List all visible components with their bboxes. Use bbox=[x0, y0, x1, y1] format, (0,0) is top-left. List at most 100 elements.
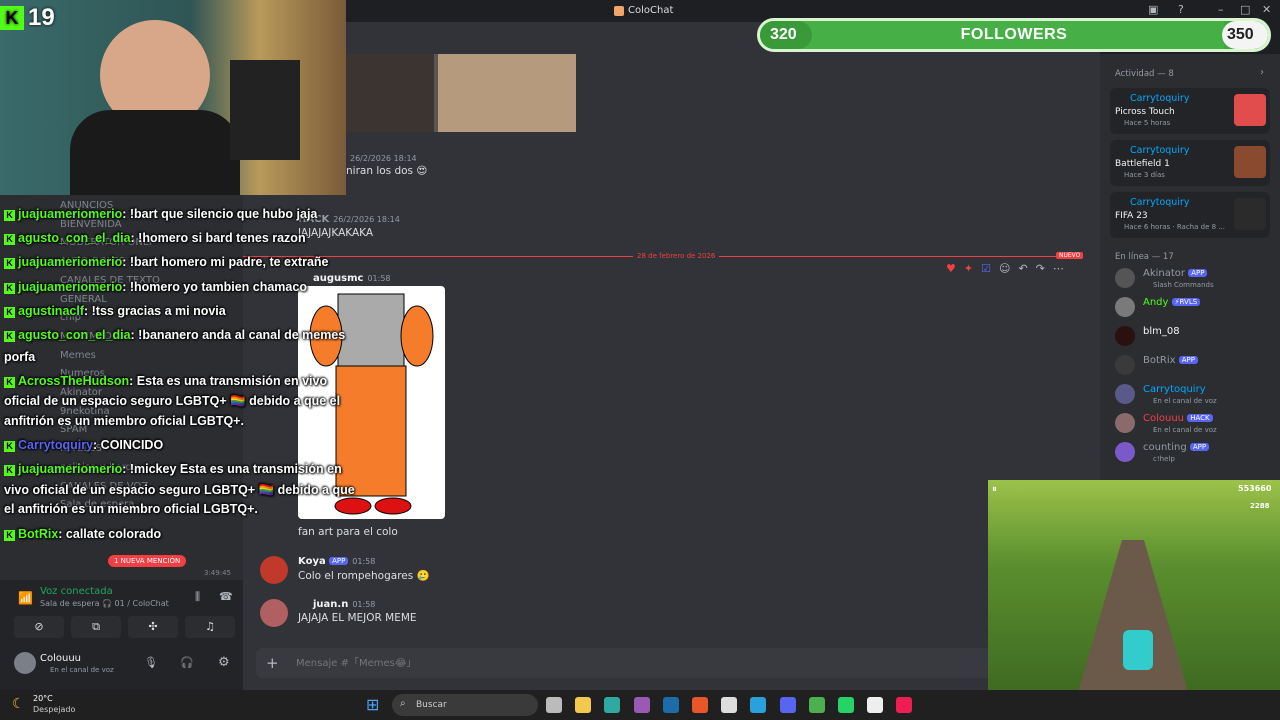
message-text: JAJAJA EL MEJOR MEME bbox=[298, 612, 417, 624]
activity-time: Hace 3 días bbox=[1124, 171, 1165, 179]
steam-icon[interactable] bbox=[662, 697, 679, 713]
overlay-chat-text: : !bart que silencio que hubo jaja bbox=[122, 207, 318, 221]
weather-desc[interactable]: Despejado bbox=[33, 705, 75, 714]
activity-card[interactable]: Carrytoquiry FIFA 23 Hace 6 horas · Racha … bbox=[1110, 192, 1270, 238]
message-author[interactable]: juan.n bbox=[313, 599, 348, 610]
activities-button[interactable]: ✣ bbox=[128, 616, 178, 638]
member-name-text: blm_08 bbox=[1143, 326, 1180, 337]
new-mention-badge[interactable]: 1 NUEVA MENCIÓN bbox=[108, 555, 187, 567]
followers-goal-bar: 320 FOLLOWERS 350 bbox=[757, 18, 1271, 52]
tiktok-icon[interactable] bbox=[896, 697, 913, 713]
discord-icon[interactable] bbox=[779, 697, 796, 713]
reaction-icon[interactable]: ✦ bbox=[964, 262, 973, 278]
activity-card[interactable]: Carrytoquiry Battlefield 1 Hace 3 días bbox=[1110, 140, 1270, 186]
mic-icon[interactable]: 🎙 bbox=[144, 656, 158, 669]
avatar bbox=[1115, 413, 1135, 433]
windows-start-icon[interactable]: ⊞ bbox=[366, 695, 379, 714]
avatar[interactable] bbox=[260, 556, 288, 584]
inbox-icon[interactable]: ▣ bbox=[1148, 3, 1158, 16]
app-tag: APP bbox=[329, 557, 349, 565]
whatsapp-icon[interactable] bbox=[838, 697, 854, 713]
close-button[interactable]: ✕ bbox=[1262, 3, 1271, 16]
avatar bbox=[1115, 384, 1135, 404]
member-status: En el canal de voz bbox=[1153, 397, 1217, 405]
search-label: Buscar bbox=[416, 700, 447, 710]
task-view-icon[interactable] bbox=[546, 697, 562, 713]
soundboard-button[interactable]: ♫ bbox=[185, 616, 235, 638]
overlay-chat-text: vivo oficial de un espacio seguro LGBTQ+… bbox=[4, 483, 355, 497]
message-author[interactable]: Koya bbox=[298, 556, 326, 567]
game-score: 553660 bbox=[1238, 484, 1272, 493]
forward-icon[interactable]: ↷ bbox=[1036, 262, 1045, 278]
overlay-chat-line: oficial de un espacio seguro LGBTQ+ 🏳️‍🌈… bbox=[4, 394, 340, 409]
game-cover bbox=[1234, 146, 1266, 178]
overlay-chat-line: Kjuajuameriomerio: !bart homero mi padre… bbox=[4, 255, 329, 269]
chevron-right-icon[interactable]: › bbox=[1260, 67, 1264, 78]
message-composer: + 🎁 bbox=[256, 648, 1086, 678]
overlay-chat-user: juajuameriomerio bbox=[18, 462, 123, 476]
member-item[interactable]: BotRix APP bbox=[1115, 353, 1275, 377]
overlay-chat-user: BotRix bbox=[18, 527, 59, 541]
member-tag: APP bbox=[1178, 356, 1198, 364]
obs-icon[interactable] bbox=[633, 697, 650, 713]
voice-channel[interactable]: Sala de espera 🎧 01 / ColoChat bbox=[40, 599, 169, 608]
avatar[interactable] bbox=[260, 599, 288, 627]
member-tag: APP bbox=[1188, 269, 1208, 277]
reply-icon[interactable]: ↶ bbox=[1018, 262, 1027, 278]
message-input[interactable] bbox=[296, 653, 1036, 673]
avatar[interactable] bbox=[14, 652, 36, 674]
vscode-icon[interactable] bbox=[604, 697, 621, 713]
game-overlay: ⏸ 553660 2288 bbox=[988, 480, 1280, 692]
taskbar-search[interactable]: ⌕ Buscar bbox=[392, 694, 538, 716]
message-timestamp: 01:58 bbox=[352, 557, 376, 566]
headphones-icon[interactable]: 🎧 bbox=[180, 656, 194, 669]
member-item[interactable]: counting APP c!help bbox=[1115, 440, 1275, 464]
weather-icon: ☾ bbox=[12, 696, 25, 712]
pause-icon[interactable]: ⏸ bbox=[992, 484, 997, 495]
activity-card[interactable]: Carrytoquiry Picross Touch Hace 5 horas bbox=[1110, 88, 1270, 134]
member-item[interactable]: Andy ⚡RVLS bbox=[1115, 295, 1275, 319]
minimize-button[interactable]: – bbox=[1218, 3, 1224, 16]
member-item[interactable]: Carrytoquiry En el canal de voz bbox=[1115, 382, 1275, 406]
member-name-text: Carrytoquiry bbox=[1143, 384, 1206, 395]
date-divider: 28 de febrero de 2026 bbox=[633, 252, 720, 260]
viewer-count: K 19 bbox=[0, 4, 70, 32]
settings-gear-icon[interactable]: ⚙ bbox=[218, 655, 230, 670]
heart-reaction-icon[interactable]: ♥ bbox=[946, 262, 956, 278]
overlay-chat-text: : !bart homero mi padre, te extrañe bbox=[122, 255, 329, 269]
member-list: Actividad — 8 › Carrytoquiry Picross Touc… bbox=[1100, 54, 1280, 484]
activity-user: Carrytoquiry bbox=[1130, 145, 1190, 156]
kick-badge-icon: K bbox=[4, 210, 15, 221]
overlay-chat-line: Kagustinaclf: !tss gracias a mi novia bbox=[4, 304, 226, 318]
photo-right bbox=[438, 54, 576, 132]
chrome-icon[interactable] bbox=[721, 697, 738, 713]
activity-header: Actividad — 8 bbox=[1115, 69, 1174, 79]
kick-badge-icon: K bbox=[4, 465, 15, 476]
weather-temp[interactable]: 20°C bbox=[33, 694, 53, 703]
minecraft-icon[interactable] bbox=[808, 697, 825, 713]
member-item[interactable]: Akinator APP Slash Commands bbox=[1115, 266, 1275, 290]
member-item[interactable]: Colouuu HACK En el canal de voz bbox=[1115, 411, 1275, 435]
search-icon: ⌕ bbox=[400, 698, 406, 709]
check-reaction-icon[interactable]: ☑ bbox=[981, 262, 991, 278]
noise-icon[interactable]: ⫼ bbox=[195, 590, 200, 604]
overlay-chat-line: K Carrytoquiry: COINCIDO bbox=[4, 438, 163, 452]
maximize-button[interactable]: □ bbox=[1240, 3, 1250, 16]
screen-share-button[interactable]: ⧉ bbox=[71, 616, 121, 638]
epic-icon[interactable] bbox=[867, 697, 884, 713]
member-name: blm_08 bbox=[1143, 326, 1180, 337]
member-name: BotRix APP bbox=[1143, 355, 1198, 366]
add-attachment-icon[interactable]: + bbox=[266, 654, 279, 672]
add-reaction-icon[interactable]: ☺ bbox=[999, 262, 1010, 278]
telegram-icon[interactable] bbox=[750, 697, 767, 713]
game-player bbox=[1123, 630, 1153, 670]
member-item[interactable]: blm_08 bbox=[1115, 324, 1275, 348]
message-image[interactable] bbox=[346, 54, 576, 132]
more-icon[interactable]: ⋯ bbox=[1053, 262, 1064, 278]
message-timestamp: 26/2/2026 18:14 bbox=[350, 154, 417, 163]
disconnect-icon[interactable]: ☎ bbox=[219, 590, 233, 603]
camera-off-button[interactable]: ⊘ bbox=[14, 616, 64, 638]
help-icon[interactable]: ? bbox=[1178, 3, 1184, 16]
file-explorer-icon[interactable] bbox=[575, 697, 592, 713]
brave-icon[interactable] bbox=[692, 697, 708, 713]
